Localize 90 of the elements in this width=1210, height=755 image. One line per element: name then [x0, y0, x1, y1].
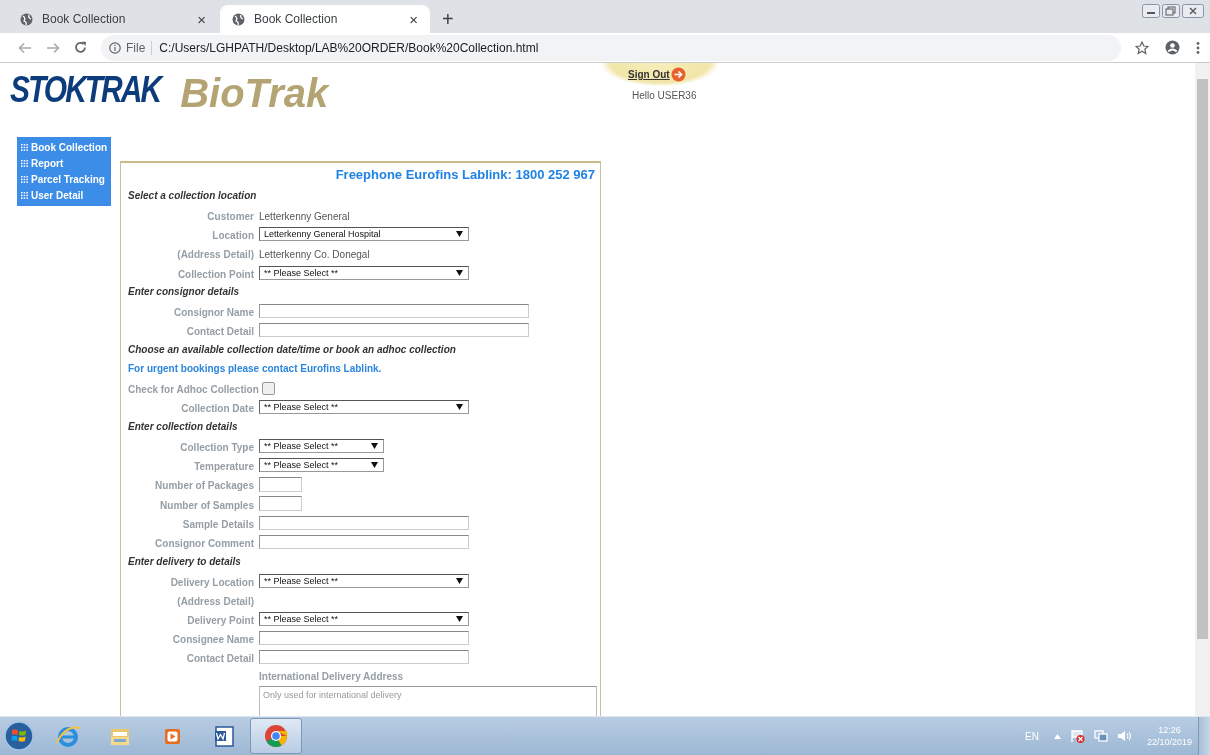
close-tab-button[interactable]: × [197, 10, 206, 28]
section-heading: Choose an available collection date/time or book an adhoc collection [128, 342, 457, 357]
field-label: Number of Samples [160, 499, 254, 511]
account-icon[interactable] [1165, 40, 1180, 55]
reload-icon[interactable] [74, 41, 87, 54]
maximize-icon[interactable] [1162, 4, 1180, 18]
caret-icon [456, 577, 463, 584]
section-heading: Enter delivery to details [128, 554, 242, 569]
caret-icon [456, 269, 463, 276]
start-button[interactable] [4, 721, 34, 751]
freephone-heading: Freephone Eurofins Lablink: 1800 252 967 [334, 167, 595, 184]
arrow-circle-icon[interactable] [670, 67, 686, 82]
flag-icon[interactable] [1069, 729, 1085, 743]
field-label: Customer [207, 211, 254, 222]
info-icon [109, 41, 121, 54]
dropdown[interactable]: ** Please Select ** [259, 573, 469, 588]
caret-icon [371, 462, 378, 469]
minimize-icon[interactable] [1142, 4, 1160, 18]
dropdown[interactable]: ** Please Select ** [259, 458, 384, 473]
back-icon[interactable] [18, 41, 32, 54]
close-icon[interactable] [1182, 4, 1204, 18]
input-field[interactable] [259, 650, 469, 665]
input-field[interactable] [259, 304, 529, 319]
field-label: Collection Point [177, 268, 254, 280]
scrollbar[interactable] [1195, 63, 1210, 716]
menu-icon[interactable] [1196, 40, 1200, 55]
browser-tab[interactable]: Book Collection × [220, 5, 430, 33]
section-heading: Select a collection location [128, 189, 258, 203]
field-label: Delivery Point [187, 614, 254, 626]
input-field[interactable] [259, 323, 529, 338]
field-label: Check for Adhoc Collection [128, 384, 259, 396]
url-text: C:/Users/LGHPATH/Desktop/LAB%20ORDER/Book%20Collection.html [159, 40, 539, 55]
grid-icon [21, 159, 28, 167]
field-label: Collection Type [180, 442, 254, 454]
input-field[interactable] [259, 476, 302, 492]
dropdown[interactable]: ** Please Select ** [259, 439, 384, 454]
urgent-note: For urgent bookings please contact Eurofins Lablink. [128, 362, 383, 377]
field-value: Letterkenny General [259, 211, 350, 222]
field-label: (Address Detail) [177, 249, 254, 261]
field-label: Temperature [194, 461, 254, 473]
grid-icon [21, 175, 28, 183]
section-heading: Enter consignor details [128, 285, 241, 300]
field-label: Contact Detail [186, 653, 254, 665]
caret-icon [456, 231, 463, 238]
field-label: Consignor Comment [155, 538, 254, 549]
address-field[interactable]: File C:/Users/LGHPATH/Desktop/LAB%20ORDER/Book%20Collection.html [101, 34, 1121, 61]
input-field[interactable] [259, 515, 469, 530]
dropdown[interactable]: ** Please Select ** [259, 611, 469, 626]
show-desktop-button[interactable] [1198, 717, 1210, 755]
input-field[interactable] [259, 496, 302, 512]
browser-tab[interactable]: Book Collection × [8, 5, 218, 33]
field-label: (Address Detail) [177, 595, 254, 607]
brand-logo: STOKTRAK [10, 70, 161, 111]
field-label: Delivery Location [170, 576, 254, 588]
input-field[interactable] [259, 535, 469, 549]
dropdown[interactable]: ** Please Select ** [259, 265, 469, 280]
globe-icon [232, 12, 245, 26]
product-logo: BioTrak [180, 70, 329, 117]
section-heading: Enter collection details [128, 420, 239, 435]
grid-icon [21, 143, 28, 151]
new-tab-button[interactable]: + [442, 9, 454, 29]
chrome-icon [263, 723, 289, 749]
network-icon[interactable] [1093, 729, 1108, 743]
forward-icon[interactable] [46, 41, 60, 54]
field-label: Consignee Name [172, 634, 254, 646]
input-field[interactable] [259, 631, 469, 646]
field-label: Location [212, 230, 254, 242]
caret-icon [456, 404, 463, 411]
close-tab-button[interactable]: × [409, 10, 418, 28]
field-label: International Delivery Address [259, 669, 405, 684]
caret-icon [456, 615, 463, 622]
field-value: Letterkenny Co. Donegal [259, 249, 370, 261]
field-label: Consignor Name [174, 307, 254, 319]
sign-out-link[interactable]: Sign Out [628, 69, 670, 80]
field-label: Number of Packages [155, 480, 254, 492]
scheme-label: File [126, 40, 153, 55]
grid-icon [21, 191, 28, 199]
field-label: Sample Details [182, 518, 254, 530]
greeting-text: Hello USER36 [631, 90, 698, 101]
checkbox[interactable] [262, 381, 275, 395]
caret-icon [371, 443, 378, 450]
up-arrow-icon[interactable] [1053, 733, 1061, 739]
dropdown[interactable]: ** Please Select ** [259, 400, 469, 415]
field-label: Contact Detail [186, 326, 254, 338]
dropdown[interactable]: Letterkenny General Hospital [259, 227, 469, 242]
speaker-icon[interactable] [1116, 729, 1132, 743]
star-icon[interactable] [1135, 40, 1149, 55]
globe-icon [20, 12, 33, 26]
field-label: Collection Date [181, 403, 254, 415]
taskbar-button[interactable] [250, 718, 302, 754]
